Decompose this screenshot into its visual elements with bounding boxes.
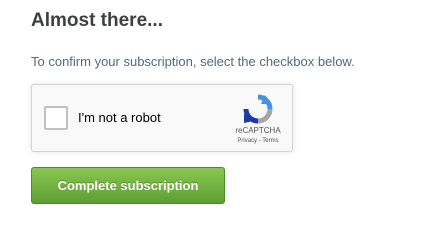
recaptcha-links: Privacy - Terms [226, 137, 290, 145]
subscription-confirmation-page: Almost there... To confirm your subscrip… [0, 0, 421, 223]
recaptcha-checkbox-label: I'm not a robot [78, 110, 161, 125]
recaptcha-checkbox[interactable] [44, 106, 68, 130]
recaptcha-brand-label: reCAPTCHA [235, 126, 281, 135]
page-title: Almost there... [31, 10, 163, 31]
terms-link[interactable]: Terms [262, 138, 278, 144]
instructions-text: To confirm your subscription, select the… [31, 54, 355, 69]
recaptcha-widget: I'm not a robot reCAPTCHA Privacy - Term… [31, 84, 293, 152]
privacy-link[interactable]: Privacy [237, 138, 257, 144]
complete-subscription-button[interactable]: Complete subscription [31, 167, 225, 204]
recaptcha-logo-icon [243, 94, 273, 124]
